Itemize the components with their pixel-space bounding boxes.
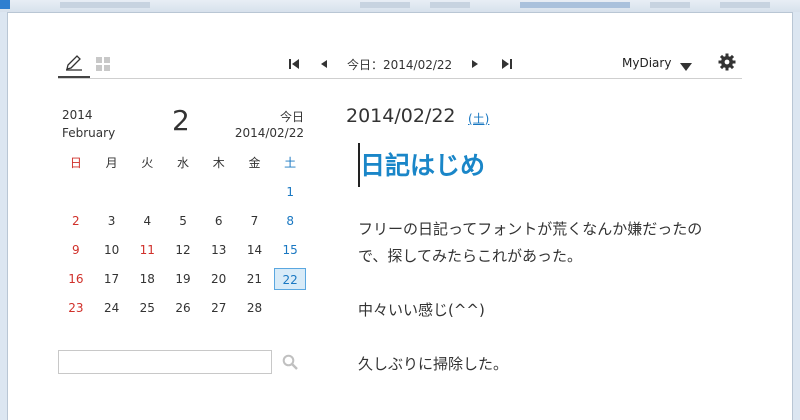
calendar-day[interactable]: 14 [237,239,273,261]
diary-selector[interactable]: MyDiary [622,56,671,70]
calendar-weekday-header: 日月火水木金土 [58,148,308,177]
window-title-bar [0,0,800,13]
toolbar: 今日：2014/02/22 MyDiary [58,50,742,79]
calendar-day[interactable]: 26 [165,297,201,319]
caret-down-icon [680,63,692,71]
calendar-day[interactable]: 13 [201,239,237,261]
title-bar-blur [520,2,630,8]
skip-last-icon [502,59,512,69]
calendar-empty-cell [272,297,308,319]
calendar-empty-cell [129,181,165,203]
weekday-label: 木 [212,155,225,170]
gear-icon [718,53,736,71]
calendar-day[interactable]: 25 [129,297,165,319]
entry-title[interactable]: 日記はじめ [360,146,485,182]
calendar-week-row: 9 10 11 12 13 14 15 [58,235,308,264]
calendar-day[interactable]: 1 [272,181,308,203]
calendar-empty-cell [201,181,237,203]
calendar-empty-cell [58,181,94,203]
weekday-label: 日 [69,155,82,170]
calendar-day[interactable]: 2 [58,210,94,232]
title-bar-blur [720,2,770,8]
calendar-day[interactable]: 7 [237,210,273,232]
prev-day-button[interactable] [317,56,331,70]
calendar-empty-cell [237,181,273,203]
title-bar-blur [60,2,150,8]
calendar-day[interactable]: 21 [237,268,273,290]
calendar-week-row: 16 17 18 19 20 21 22 [58,264,308,293]
title-bar-blur [650,2,690,8]
window-frame-left [0,12,8,420]
calendar-day[interactable]: 28 [237,297,273,319]
calendar-today-date[interactable]: 2014/02/22 [235,126,304,140]
last-entry-button[interactable] [500,56,514,70]
skip-first-icon [289,59,299,69]
today-button[interactable]: 今日：2014/02/22 [347,56,452,73]
entry-day-of-week-link[interactable]: (土) [468,110,489,127]
caret-left-icon [321,60,327,68]
calendar-day[interactable]: 10 [94,239,130,261]
next-day-button[interactable] [468,56,482,70]
calendar-grid: 日月火水木金土 1 2 3 4 5 6 7 8 9 10 11 12 13 14 15 16 17 18 19 20 21… [58,148,308,322]
calendar-week-row: 1 [58,177,308,206]
calendar-empty-cell [94,181,130,203]
entry-body[interactable]: フリーの日記ってフォントが荒くなんか嫌だったので、探してみたらこれがあった。中々… [358,216,718,405]
tab-grid[interactable] [96,56,110,71]
calendar-day[interactable]: 16 [58,268,94,290]
calendar-day[interactable]: 12 [165,239,201,261]
weekday-label: 金 [248,155,261,170]
caret-right-icon [472,60,478,68]
calendar-day[interactable]: 5 [165,210,201,232]
calendar-day[interactable]: 20 [201,268,237,290]
grid-icon [96,57,110,71]
calendar-day[interactable]: 17 [94,268,130,290]
app-icon [0,0,10,9]
calendar-day[interactable]: 6 [201,210,237,232]
diary-dropdown[interactable] [680,57,692,76]
first-entry-button[interactable] [287,56,301,70]
calendar-day[interactable]: 11 [129,239,165,261]
calendar-day[interactable]: 3 [94,210,130,232]
search-button[interactable] [282,354,298,370]
settings-button[interactable] [718,53,736,71]
search-input[interactable] [58,350,272,374]
calendar-day[interactable]: 9 [58,239,94,261]
calendar-empty-cell [165,181,201,203]
calendar-year: 2014 [62,108,93,122]
calendar-today-label[interactable]: 今日 [280,108,304,125]
calendar-day[interactable]: 24 [94,297,130,319]
entry-date: 2014/02/22 [346,105,456,127]
title-bar-blur [430,2,470,8]
entry-paragraph[interactable]: 久しぶりに掃除した。 [358,351,718,378]
calendar-week-row: 2345678 [58,206,308,235]
weekday-label: 水 [177,155,190,170]
calendar-day[interactable]: 4 [129,210,165,232]
calendar-day[interactable]: 27 [201,297,237,319]
calendar-week-row: 23 24 25 26 27 28 [58,293,308,322]
tab-edit[interactable] [58,50,90,78]
search-icon [282,354,298,370]
calendar-day[interactable]: 15 [272,239,308,261]
calendar-day[interactable]: 23 [58,297,94,319]
calendar-day[interactable]: 8 [272,210,308,232]
pencil-icon [66,55,82,71]
calendar-month-name: February [62,126,116,140]
calendar-day[interactable]: 22 [274,267,306,290]
calendar-month-number: 2 [172,104,190,137]
weekday-label: 月 [105,155,118,170]
weekday-label: 土 [284,155,297,170]
entry-paragraph[interactable]: 中々いい感じ(^^) [358,297,718,324]
window-frame-right [792,12,800,420]
title-bar-blur [360,2,410,8]
entry-paragraph[interactable]: フリーの日記ってフォントが荒くなんか嫌だったので、探してみたらこれがあった。 [358,216,718,270]
weekday-label: 火 [141,155,154,170]
calendar-day[interactable]: 19 [165,268,201,290]
calendar-day[interactable]: 18 [129,268,165,290]
